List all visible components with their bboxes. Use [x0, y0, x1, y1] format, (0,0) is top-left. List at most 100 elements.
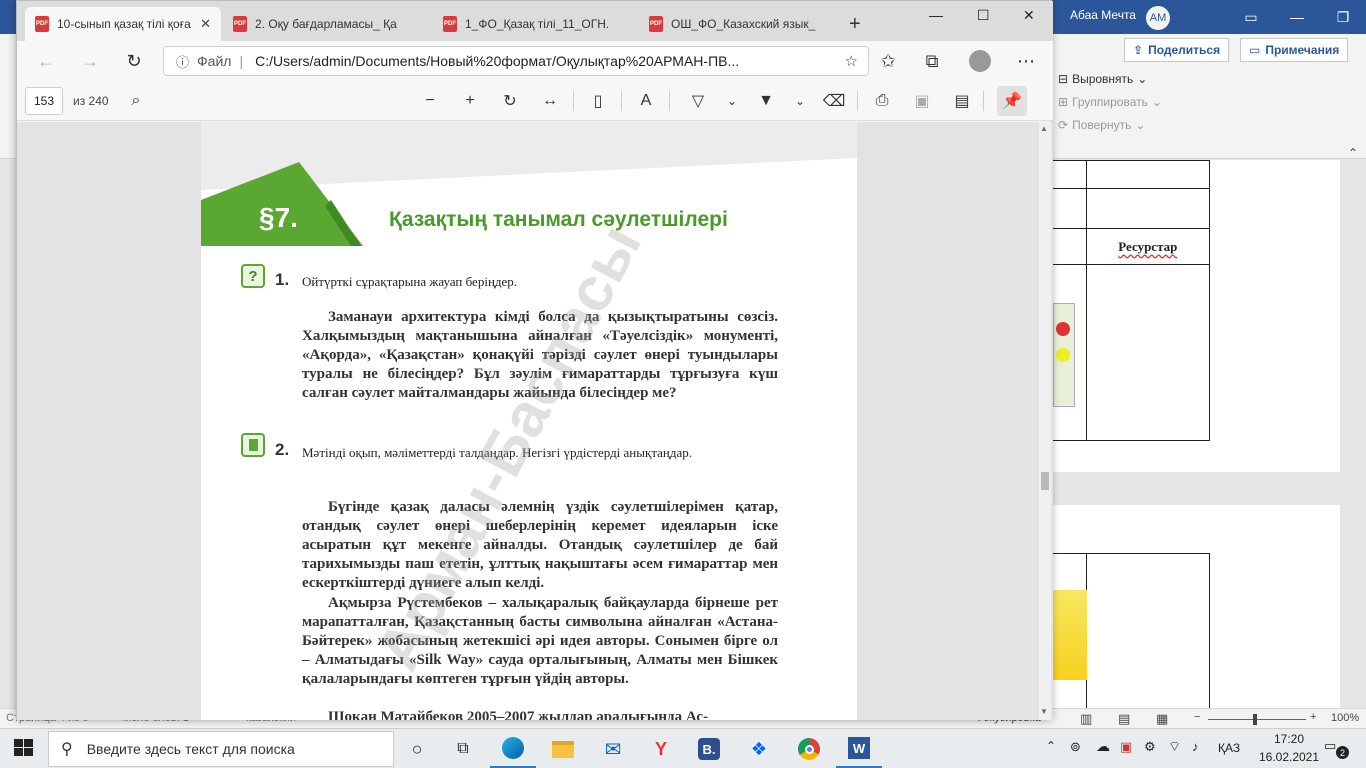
- rotate-icon[interactable]: ↻: [495, 86, 525, 116]
- taskbar-search-input[interactable]: ⚲ Введите здесь текст для поиска: [48, 731, 394, 767]
- tab-label: 1_ФО_Қазақ тілі_11_ОГН.: [465, 17, 610, 31]
- chevron-down-icon: ⌄: [1137, 72, 1148, 86]
- word-page-1: Ресурстар: [1052, 160, 1340, 472]
- clock-date[interactable]: 16.02.2021: [1252, 750, 1326, 764]
- print-icon[interactable]: ⎙: [867, 86, 897, 116]
- collapse-ribbon-icon[interactable]: ⌃: [1348, 146, 1358, 160]
- align-button[interactable]: ⊟ Выровнять ⌄: [1058, 72, 1147, 86]
- close-icon[interactable]: ✕: [200, 16, 211, 32]
- profile-icon[interactable]: [969, 50, 991, 72]
- page-number-input[interactable]: 153: [25, 87, 63, 115]
- fit-page-icon[interactable]: ↔: [535, 86, 565, 116]
- save-as-icon[interactable]: ▤: [947, 86, 977, 116]
- yandex-browser-icon[interactable]: Y: [638, 730, 684, 768]
- pdf-page: §7. Қазақтың танымал сәулетшілері ? 1. О…: [201, 122, 857, 720]
- page-header-shapes: [201, 122, 857, 246]
- address-separator: |: [239, 53, 244, 69]
- word-app-icon[interactable]: W: [836, 730, 882, 768]
- pdf-file-icon: PDF: [649, 16, 663, 32]
- share-icon: ⇪: [1133, 43, 1144, 57]
- comments-button[interactable]: ▭ Примечания: [1240, 38, 1349, 62]
- share-button[interactable]: ⇪ Поделиться: [1124, 38, 1230, 62]
- zoom-out-icon[interactable]: −: [415, 86, 445, 116]
- edge-app-icon[interactable]: [490, 730, 536, 768]
- page-view-icon[interactable]: ▯: [583, 86, 613, 116]
- tab-10-synyp[interactable]: PDF 10-сынып қазақ тілі қоға ✕: [25, 7, 221, 41]
- zoom-out-icon[interactable]: −: [1194, 711, 1200, 723]
- scroll-up-icon[interactable]: ▲: [1040, 124, 1048, 133]
- pin-icon[interactable]: 📌: [997, 86, 1027, 116]
- chrome-icon[interactable]: [786, 730, 832, 768]
- scrollbar-thumb[interactable]: [1041, 472, 1049, 490]
- tab-fo-kazak-tili[interactable]: PDF 1_ФО_Қазақ тілі_11_ОГН.: [433, 7, 629, 41]
- collections-icon[interactable]: ⧉: [917, 47, 947, 75]
- app-b-icon[interactable]: B.: [686, 730, 732, 768]
- network-icon[interactable]: ⌔: [1168, 738, 1181, 756]
- tray-app-icon[interactable]: ⚙: [1144, 739, 1156, 755]
- onedrive-icon[interactable]: ☁: [1096, 738, 1110, 755]
- edge-window: PDF 10-сынып қазақ тілі қоға ✕ PDF 2. Оқ…: [16, 0, 1053, 720]
- text-paragraph-3: Шоқан Матайбеков 2005–2007 жылдар аралығ…: [328, 709, 709, 720]
- web-layout-icon[interactable]: ▦: [1156, 711, 1168, 727]
- align-icon: ⊟: [1058, 72, 1069, 86]
- forward-icon[interactable]: →: [75, 47, 105, 75]
- pdf-viewer: §7. Қазақтың танымал сәулетшілері ? 1. О…: [17, 122, 1053, 720]
- pdf-file-icon: PDF: [443, 16, 457, 32]
- read-mode-icon[interactable]: ▥: [1080, 711, 1092, 727]
- search-icon[interactable]: ⌕: [121, 86, 151, 116]
- minimize-icon[interactable]: —: [929, 7, 943, 23]
- tab-osh-fo[interactable]: PDF ОШ_ФО_Казахский язык_: [639, 7, 835, 41]
- group-icon: ⊞: [1058, 95, 1069, 109]
- notification-count: 2: [1336, 746, 1349, 759]
- tray-alert-icon[interactable]: ▣: [1120, 739, 1132, 755]
- word-maximize-icon[interactable]: ❐: [1320, 0, 1366, 34]
- refresh-icon[interactable]: ↻: [119, 47, 149, 75]
- avatar[interactable]: АМ: [1146, 6, 1170, 30]
- highlight-icon[interactable]: ▼: [751, 86, 781, 116]
- section-title: Қазақтың танымал сәулетшілері: [389, 208, 728, 231]
- save-icon[interactable]: ▣: [907, 86, 937, 116]
- scrollbar[interactable]: [1039, 122, 1051, 720]
- eraser-icon[interactable]: ⌫: [819, 86, 849, 116]
- file-explorer-icon[interactable]: [540, 730, 586, 768]
- address-bar[interactable]: ⓘ Файл | C:/Users/admin/Documents/Новый%…: [163, 46, 869, 76]
- chevron-down-icon[interactable]: ⌄: [785, 86, 815, 116]
- task-view-icon[interactable]: ⧉: [440, 730, 486, 768]
- zoom-slider-thumb[interactable]: [1253, 714, 1257, 725]
- volume-icon[interactable]: ♪: [1192, 739, 1199, 754]
- dropbox-icon[interactable]: ❖: [736, 730, 782, 768]
- draw-icon[interactable]: ▽: [683, 86, 713, 116]
- zoom-in-icon[interactable]: +: [455, 86, 485, 116]
- tab-oku-bagdarlamasy[interactable]: PDF 2. Оқу бағдарламасы_ Қа: [223, 7, 419, 41]
- pdf-file-icon: PDF: [233, 16, 247, 32]
- windows-start-icon[interactable]: [14, 739, 34, 757]
- maximize-icon[interactable]: ☐: [977, 7, 990, 24]
- scroll-down-icon[interactable]: ▼: [1040, 707, 1048, 716]
- zoom-in-icon[interactable]: +: [1310, 711, 1316, 723]
- tab-label: 10-сынып қазақ тілі қоға: [57, 17, 191, 31]
- zoom-slider[interactable]: [1208, 719, 1306, 720]
- info-icon[interactable]: ⓘ: [176, 52, 189, 71]
- chevron-down-icon: ⌄: [1151, 95, 1162, 109]
- ribbon-options-icon[interactable]: ▭: [1228, 0, 1274, 34]
- rotate-icon: ⟳: [1058, 118, 1069, 132]
- cortana-icon[interactable]: ○: [394, 730, 440, 768]
- rotate-button[interactable]: ⟳ Повернуть ⌄: [1058, 118, 1145, 132]
- more-options-icon[interactable]: ⋯: [1011, 47, 1041, 75]
- mail-icon[interactable]: ✉: [590, 730, 636, 768]
- favorites-icon[interactable]: ✩: [873, 47, 903, 75]
- close-window-icon[interactable]: ✕: [1023, 7, 1035, 24]
- read-aloud-icon[interactable]: A: [631, 86, 661, 116]
- add-favorite-icon[interactable]: ☆: [845, 52, 858, 70]
- group-button[interactable]: ⊞ Группировать ⌄: [1058, 95, 1162, 109]
- clock-time[interactable]: 17:20: [1266, 732, 1312, 746]
- new-tab-icon[interactable]: +: [849, 13, 861, 36]
- print-layout-icon[interactable]: ▤: [1118, 711, 1130, 727]
- language-indicator[interactable]: ҚАЗ: [1218, 741, 1240, 755]
- app-tray-icon[interactable]: ⊚: [1070, 739, 1081, 755]
- thumbnail-image: [1053, 303, 1075, 407]
- chevron-down-icon[interactable]: ⌄: [717, 86, 747, 116]
- word-minimize-icon[interactable]: —: [1274, 0, 1320, 34]
- back-icon[interactable]: ←: [31, 47, 61, 75]
- show-hidden-icons[interactable]: ⌃: [1046, 739, 1056, 753]
